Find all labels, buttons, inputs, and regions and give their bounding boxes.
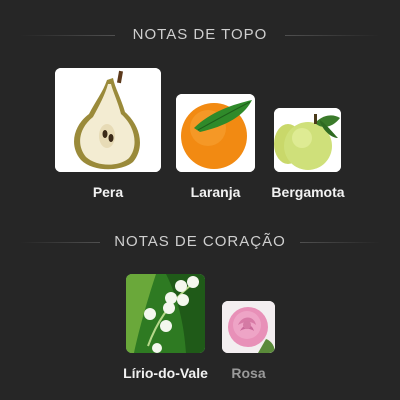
divider-right-top	[285, 35, 380, 36]
note-image-orange[interactable]	[176, 94, 255, 172]
note-label-pear: Pera	[92, 184, 124, 200]
lily-of-the-valley-icon	[126, 274, 205, 353]
note-image-bergamot[interactable]	[274, 108, 341, 172]
divider-right-heart	[300, 242, 380, 243]
note-label-bergamot: Bergamota	[271, 184, 345, 200]
note-image-lily-of-the-valley[interactable]	[126, 274, 205, 353]
pear-icon	[55, 68, 161, 172]
rose-icon	[222, 301, 275, 353]
note-image-pear[interactable]	[55, 68, 161, 172]
bergamot-icon	[274, 108, 341, 172]
note-label-orange: Laranja	[190, 184, 241, 200]
note-image-rose[interactable]	[222, 301, 275, 353]
note-label-rose: Rosa	[231, 365, 266, 381]
note-label-lily-of-the-valley: Lírio-do-Vale	[123, 365, 208, 381]
orange-icon	[176, 94, 255, 172]
